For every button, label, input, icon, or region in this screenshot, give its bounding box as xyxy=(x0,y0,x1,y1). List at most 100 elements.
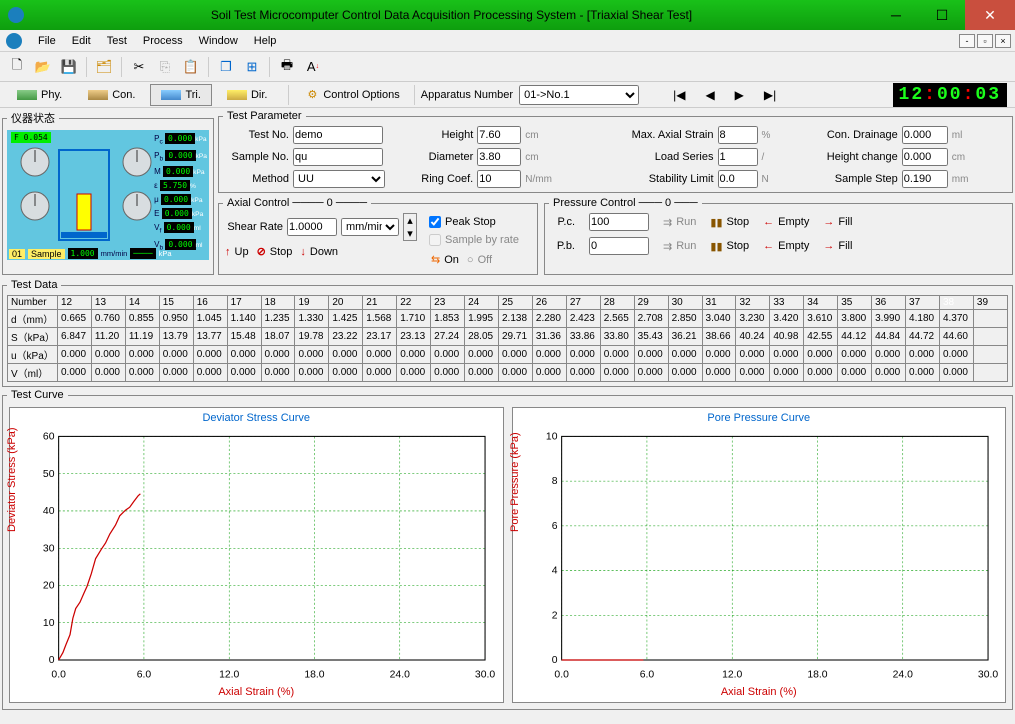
axial-down-button[interactable]: ↓Down xyxy=(300,246,338,258)
svg-text:18.0: 18.0 xyxy=(304,670,324,681)
apparatus-select[interactable]: 01->No.1 xyxy=(519,85,639,105)
sample-by-rate-check xyxy=(429,231,441,249)
deviator-chart: Deviator Stress Curve Deviator Stress (k… xyxy=(9,407,504,703)
menu-edit[interactable]: Edit xyxy=(64,33,99,49)
instrument-status-panel: 仪器状态 F 0.054 Pc 0.000kPa Pb 0.000kPa M 0… xyxy=(2,110,214,275)
peak-stop-check[interactable] xyxy=(429,213,441,231)
mdi-close-button[interactable]: × xyxy=(995,34,1011,48)
svg-text:8: 8 xyxy=(551,476,557,487)
svg-text:0: 0 xyxy=(49,655,55,666)
pb-fill-button[interactable]: →Fill xyxy=(823,240,852,252)
mode-dir[interactable]: Dir. xyxy=(216,84,279,106)
svg-text:6.0: 6.0 xyxy=(639,670,654,681)
sample-no-input[interactable] xyxy=(293,148,383,166)
nav-first-button[interactable]: |◀ xyxy=(673,88,685,102)
svg-text:12.0: 12.0 xyxy=(722,670,742,681)
title-bar: Soil Test Microcomputer Control Data Acq… xyxy=(0,0,1015,30)
menu-window[interactable]: Window xyxy=(191,33,246,49)
control-options-button[interactable]: ⚙Control Options xyxy=(299,88,407,101)
svg-text:12.0: 12.0 xyxy=(219,670,239,681)
menu-file[interactable]: File xyxy=(30,33,64,49)
axial-up-button[interactable]: ↑Up xyxy=(225,246,249,258)
mode-tri[interactable]: Tri. xyxy=(150,84,211,106)
mdi-restore-button[interactable]: ▫ xyxy=(977,34,993,48)
paste-icon[interactable]: 📋 xyxy=(180,56,202,78)
diameter-input[interactable] xyxy=(477,148,521,166)
minimize-button[interactable]: ─ xyxy=(873,0,919,30)
pb-input[interactable] xyxy=(589,237,649,255)
apparatus-label: Apparatus Number xyxy=(421,89,513,101)
new-icon[interactable]: 🗋 xyxy=(6,56,28,78)
svg-text:6.0: 6.0 xyxy=(137,670,152,681)
close-button[interactable]: ✕ xyxy=(965,0,1015,30)
font-icon[interactable]: A↓ xyxy=(302,56,324,78)
step-input[interactable] xyxy=(902,170,948,188)
axial-stop-button[interactable]: ⊘Stop xyxy=(257,245,293,258)
svg-text:60: 60 xyxy=(43,432,55,443)
properties-icon[interactable]: 🗂 xyxy=(93,56,115,78)
pb-empty-button[interactable]: ←Empty xyxy=(763,240,809,252)
drainage-input[interactable] xyxy=(902,126,948,144)
maximize-button[interactable]: ☐ xyxy=(919,0,965,30)
svg-text:4: 4 xyxy=(551,566,557,577)
test-parameter-panel: Test Parameter Test No. Heightcm Max. Ax… xyxy=(218,110,1013,193)
svg-text:50: 50 xyxy=(43,469,55,480)
svg-text:40: 40 xyxy=(43,506,55,517)
window-title: Soil Test Microcomputer Control Data Acq… xyxy=(30,8,873,22)
svg-text:20: 20 xyxy=(43,581,55,592)
axial-control-panel: Axial Control ──── 0 ──── Shear Ratemm/m… xyxy=(218,197,538,275)
svg-text:0: 0 xyxy=(551,655,557,666)
svg-text:10: 10 xyxy=(43,618,55,629)
cut-icon[interactable]: ✂ xyxy=(128,56,150,78)
app-icon xyxy=(8,7,24,23)
stability-input[interactable] xyxy=(718,170,758,188)
gauge-legend: 仪器状态 xyxy=(7,110,59,126)
menu-help[interactable]: Help xyxy=(246,33,285,49)
mode-phy[interactable]: Phy. xyxy=(6,84,73,106)
pc-stop-button[interactable]: ▮▮Stop xyxy=(710,216,749,229)
height-input[interactable] xyxy=(477,126,521,144)
hchange-input[interactable] xyxy=(902,148,948,166)
toolbar: 🗋 📂 💾 🗂 ✂ ⎘ 📋 ❐ ⊞ 🖶 A↓ xyxy=(0,52,1015,82)
pc-empty-button[interactable]: ←Empty xyxy=(763,216,809,228)
nav-prev-button[interactable]: ◀ xyxy=(705,88,714,102)
gauge-screen: F 0.054 Pc 0.000kPa Pb 0.000kPa M 0.000k… xyxy=(7,130,209,260)
pc-input[interactable] xyxy=(589,213,649,231)
shear-rate-unit-select[interactable]: mm/min xyxy=(341,218,399,236)
copy-icon[interactable]: ⎘ xyxy=(154,56,176,78)
loadseries-input[interactable] xyxy=(718,148,758,166)
mode-con[interactable]: Con. xyxy=(77,84,146,106)
pump-on-button[interactable]: ⇆On xyxy=(431,253,459,266)
maxstrain-input[interactable] xyxy=(718,126,758,144)
svg-text:6: 6 xyxy=(551,521,557,532)
pb-stop-button[interactable]: ▮▮Stop xyxy=(710,240,749,253)
test-no-input[interactable] xyxy=(293,126,383,144)
menu-process[interactable]: Process xyxy=(135,33,191,49)
method-select[interactable]: UU xyxy=(293,170,385,188)
pb-run-button[interactable]: ⇉Run xyxy=(663,240,696,253)
pump-off-button: ○Off xyxy=(467,254,492,266)
svg-text:0.0: 0.0 xyxy=(51,670,66,681)
data-table[interactable]: Number1213141516171819202122232425262728… xyxy=(7,295,1008,382)
svg-text:30.0: 30.0 xyxy=(977,670,997,681)
pore-chart: Pore Pressure Curve Pore Pressure (kPa)0… xyxy=(512,407,1007,703)
pc-fill-button[interactable]: →Fill xyxy=(823,216,852,228)
pc-run-button[interactable]: ⇉Run xyxy=(663,216,696,229)
menu-bar: File Edit Test Process Window Help - ▫ × xyxy=(0,30,1015,52)
mdi-minimize-button[interactable]: - xyxy=(959,34,975,48)
ring-input[interactable] xyxy=(477,170,521,188)
svg-text:2: 2 xyxy=(551,610,557,621)
tile-icon[interactable]: ⊞ xyxy=(241,56,263,78)
rate-stepper[interactable]: ▴▾ xyxy=(403,213,417,241)
shear-rate-input[interactable] xyxy=(287,218,337,236)
menu-test[interactable]: Test xyxy=(99,33,135,49)
svg-text:30: 30 xyxy=(43,543,55,554)
print-icon[interactable]: 🖶 xyxy=(276,56,298,78)
open-icon[interactable]: 📂 xyxy=(32,56,54,78)
pressure-control-panel: Pressure Control ─── 0 ─── P.c. ⇉Run ▮▮S… xyxy=(544,197,1013,275)
save-icon[interactable]: 💾 xyxy=(58,56,80,78)
mode-row: Phy. Con. Tri. Dir. ⚙Control Options App… xyxy=(0,82,1015,108)
nav-next-button[interactable]: ▶ xyxy=(735,88,744,102)
cascade-icon[interactable]: ❐ xyxy=(215,56,237,78)
nav-last-button[interactable]: ▶| xyxy=(764,88,776,102)
